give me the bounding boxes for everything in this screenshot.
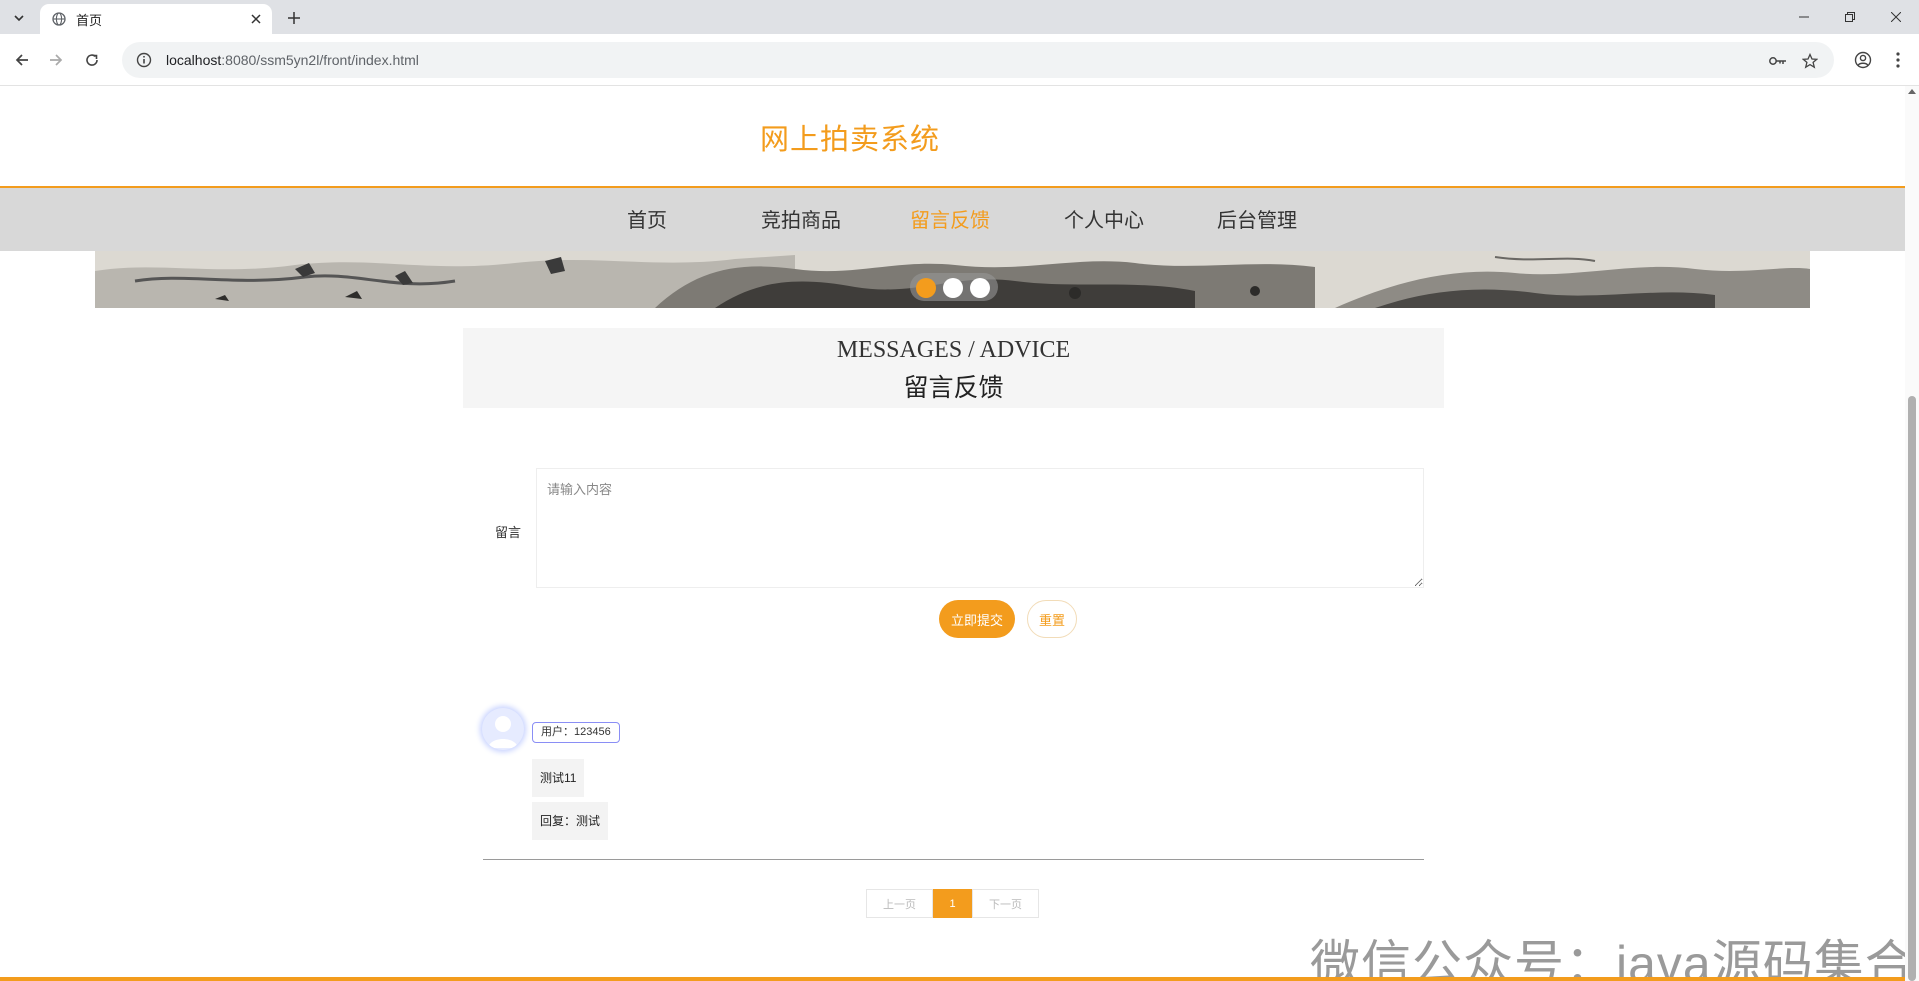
- carousel-dot-2[interactable]: [943, 278, 963, 298]
- avatar: [482, 708, 524, 750]
- section-title-cn: 留言反馈: [903, 374, 1004, 402]
- message-item: 用户：123456 测试11 回复：测试: [480, 706, 1425, 840]
- page-scrollbar[interactable]: [1905, 86, 1919, 981]
- scroll-up-arrow-icon[interactable]: [1908, 89, 1916, 94]
- main-nav: 首页 竞拍商品 留言反馈 个人中心 后台管理: [0, 186, 1905, 251]
- current-page[interactable]: 1: [933, 889, 972, 918]
- arrow-left-icon: [15, 54, 28, 66]
- forward-button[interactable]: [44, 48, 68, 72]
- minimize-button[interactable]: [1781, 0, 1827, 34]
- tab-search-button[interactable]: [8, 7, 30, 29]
- minimize-icon: [1799, 16, 1809, 18]
- globe-icon: [52, 12, 66, 26]
- carousel-dot-1[interactable]: [916, 278, 936, 298]
- nav-item-home[interactable]: 首页: [627, 204, 667, 233]
- submit-button[interactable]: 立即提交: [939, 600, 1015, 638]
- pagination: 上一页 1 下一页: [866, 889, 1039, 918]
- message-content: 测试11: [532, 759, 585, 797]
- nav-item-auction-goods[interactable]: 竞拍商品: [761, 204, 841, 233]
- close-icon: [1891, 12, 1901, 22]
- tab-title: 首页: [76, 12, 103, 28]
- browser-tab[interactable]: 首页: [40, 4, 272, 34]
- reset-button[interactable]: 重置: [1027, 600, 1077, 638]
- message-textarea[interactable]: [536, 468, 1424, 588]
- arrow-right-icon: [50, 54, 63, 66]
- site-info-icon[interactable]: [136, 52, 152, 68]
- watermark: 微信公众号：java源码集合: [1310, 936, 1916, 981]
- bookmark-star-icon[interactable]: [1800, 51, 1820, 71]
- message-label: 留言: [495, 525, 522, 540]
- password-key-icon[interactable]: [1768, 51, 1788, 71]
- carousel-dot-3[interactable]: [970, 278, 990, 298]
- prev-page-button[interactable]: 上一页: [866, 889, 933, 918]
- back-button[interactable]: [10, 48, 34, 72]
- url-path: :8080/ssm5yn2l/front/index.html: [221, 52, 419, 68]
- nav-item-feedback[interactable]: 留言反馈: [910, 204, 990, 233]
- browser-tab-bar: 首页: [0, 0, 1919, 34]
- close-window-button[interactable]: [1873, 0, 1919, 34]
- nav-item-personal-center[interactable]: 个人中心: [1064, 204, 1144, 233]
- section-header: MESSAGES / ADVICE 留言反馈: [463, 328, 1444, 408]
- menu-kebab-icon[interactable]: [1886, 48, 1910, 72]
- nav-item-admin[interactable]: 后台管理: [1217, 204, 1297, 233]
- chevron-down-icon: [14, 15, 24, 22]
- section-title-en: MESSAGES / ADVICE: [836, 337, 1071, 363]
- url-host: localhost: [166, 52, 222, 68]
- profile-icon[interactable]: [1851, 48, 1875, 72]
- next-page-button[interactable]: 下一页: [972, 889, 1039, 918]
- new-tab-button[interactable]: [282, 6, 306, 30]
- message-user: 用户：123456: [532, 722, 620, 743]
- scrollbar-thumb[interactable]: [1908, 396, 1916, 981]
- reload-icon: [86, 54, 98, 66]
- site-header: 网上拍卖系统: [0, 86, 1905, 187]
- restore-icon: [1845, 12, 1855, 22]
- page-viewport: 网上拍卖系统 首页 竞拍商品 留言反馈 个人中心 后台管理 MESSAGES /: [0, 86, 1919, 981]
- address-bar[interactable]: localhost:8080/ssm5yn2l/front/index.html: [122, 42, 1834, 78]
- close-tab-icon[interactable]: [246, 9, 266, 29]
- plus-icon: [288, 12, 300, 24]
- footer-accent-line: [0, 977, 1905, 981]
- restore-button[interactable]: [1827, 0, 1873, 34]
- divider: [483, 859, 1424, 860]
- reload-button[interactable]: [80, 48, 104, 72]
- message-reply: 回复：测试: [532, 802, 609, 840]
- browser-toolbar: localhost:8080/ssm5yn2l/front/index.html: [0, 34, 1919, 86]
- user-avatar-icon: [488, 716, 518, 748]
- site-title: 网上拍卖系统: [760, 124, 941, 156]
- carousel-indicators: [910, 273, 998, 301]
